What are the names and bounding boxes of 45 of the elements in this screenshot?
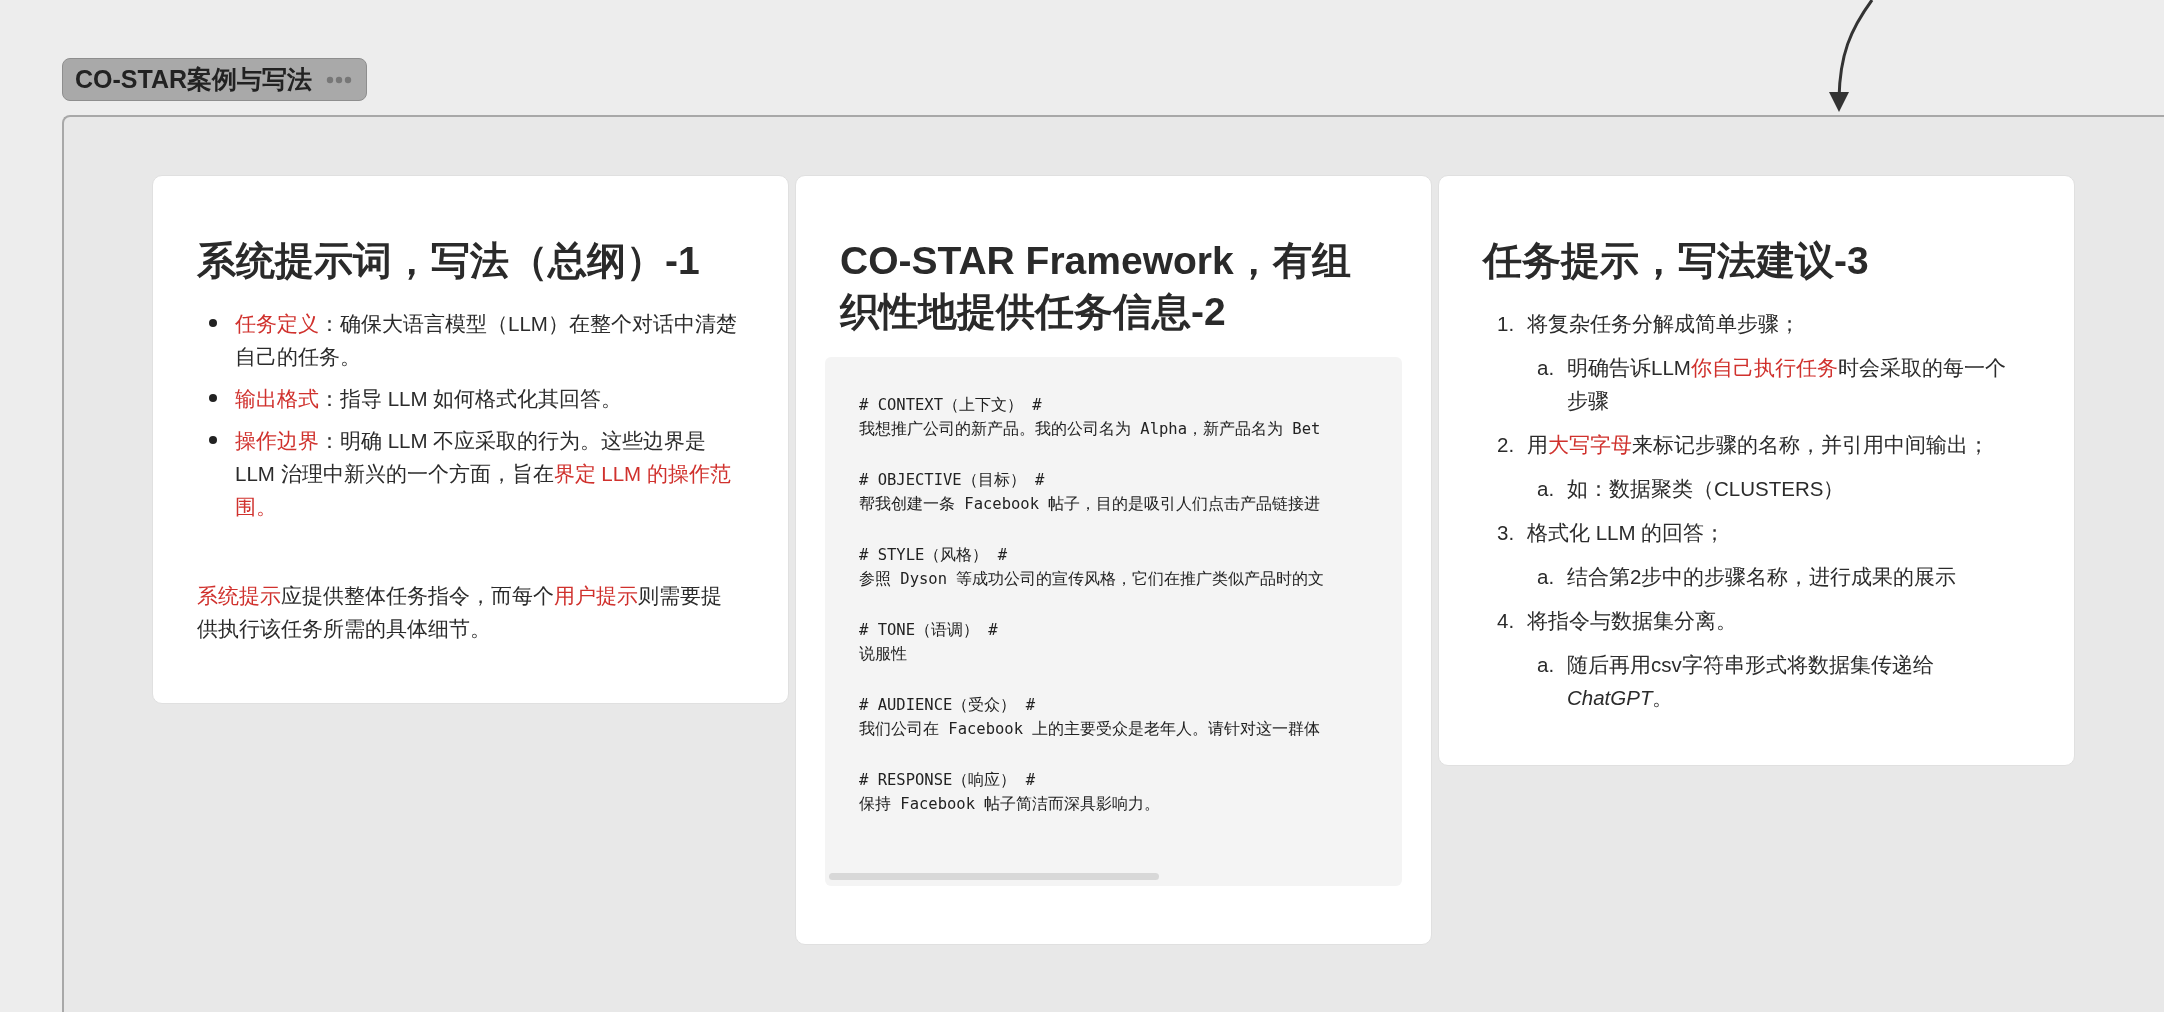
list-text: 将指令与数据集分离。 [1527,607,1738,634]
code-line: 说服性 [859,644,908,666]
list-text: 随后再用csv字符串形式将数据集传递给 ChatGPT。 [1567,651,1935,711]
code-line: # RESPONSE（响应） # [859,770,1036,792]
card-title: 系统提示词，写法（总纲）-1 [197,238,701,284]
list-text: 用大写字母来标记步骤的名称，并引用中间输出； [1527,431,1990,458]
code-line: 保持 Facebook 帖子简洁而深具影响力。 [859,794,1162,816]
bullet-icon [209,435,217,444]
code-line: 参照 Dyson 等成功公司的宣传风格，它们在推广类似产品时的文 [859,569,1326,591]
group-title: CO-STAR案例与写法 [75,64,313,95]
list-letter: a. [1537,354,1556,381]
list-text: 将复杂任务分解成简单步骤； [1527,310,1801,337]
list-number: 4. [1497,607,1516,634]
code-line: 我们公司在 Facebook 上的主要受众是老年人。请针对这一群体 [859,719,1322,741]
code-line: 我想推广公司的新产品。我的公司名为 Alpha，新产品名为 Bet [859,419,1322,441]
list-letter: a. [1537,563,1556,590]
paragraph: 系统提示应提供整体任务指令，而每个用户提示则需要提供执行该任务所需的具体细节。 [197,582,723,642]
list-letter: a. [1537,475,1556,502]
code-line: 帮我创建一条 Facebook 帖子，目的是吸引人们点击产品链接进 [859,494,1322,516]
card-title: 任务提示，写法建议-3 [1483,238,1870,284]
list-text: 结合第2步中的步骤名称，进行成果的展示 [1567,563,1958,590]
list-number: 3. [1497,519,1516,546]
bullet-icon [209,318,217,327]
list-number: 2. [1497,431,1516,458]
code-line: # STYLE（风格） # [859,545,1008,567]
more-icon[interactable] [326,75,353,84]
bullet-icon [209,393,217,402]
list-text: 明确告诉LLM你自己执行任务时会采取的每一个步骤 [1567,354,2007,414]
code-line: # AUDIENCE（受众） # [859,695,1036,717]
note-card[interactable]: 系统提示词，写法（总纲）-1 任务定义：确保大语言模型（LLM）在整个对话中清楚自己的任务。 输出格式：指导 LLM 如何格式化其回答。 操作边界：明确 LLM 不应采取的行为。这些边界是 LLM 治理中新兴的一个方面，旨在界定 LLM 的操作范围。 系统提示应提供整体任务指令，而每个用户提示则需要提供执行该任务所需的具体细节。 [152,175,789,704]
bullet-text: 任务定义：确保大语言模型（LLM）在整个对话中清楚自己的任务。 [235,310,738,370]
note-card[interactable] [795,175,1432,946]
scrollbar[interactable] [829,873,1159,881]
list-number: 1. [1497,310,1516,337]
code-line: # TONE（语调） # [859,620,999,642]
list-letter: a. [1537,651,1556,678]
bullet-text: 输出格式：指导 LLM 如何格式化其回答。 [235,385,624,412]
card-title: CO-STAR Framework，有组织性地提供任务信息-2 [840,238,1352,335]
list-text: 如：数据聚类（CLUSTERS） [1567,475,1846,502]
list-text: 格式化 LLM 的回答； [1527,519,1727,546]
bullet-text: 操作边界：明确 LLM 不应采取的行为。这些边界是 LLM 治理中新兴的一个方面，旨在界定 LLM 的操作范围。 [235,427,732,520]
code-line: # OBJECTIVE（目标） # [859,470,1046,492]
group-label[interactable]: CO-STAR案例与写法 [62,58,368,101]
note-card[interactable]: 任务提示，写法建议-3 1. 将复杂任务分解成简单步骤； a. 明确告诉LLM你自己执行任务时会采取的每一个步骤 2. 用大写字母来标记步骤的名称，并引用中间输出； a. 如：数据聚类（CLUSTERS） 3. 格式化 LLM 的回答； a. 结合第2步中的步骤名称，进行成果的展示 4. 将指令与数据集分离。 a. 随后再用csv字符串形式将数据集传递给 ChatGPT。 [1438,175,2075,766]
code-line: # CONTEXT（上下文） # [859,395,1043,417]
